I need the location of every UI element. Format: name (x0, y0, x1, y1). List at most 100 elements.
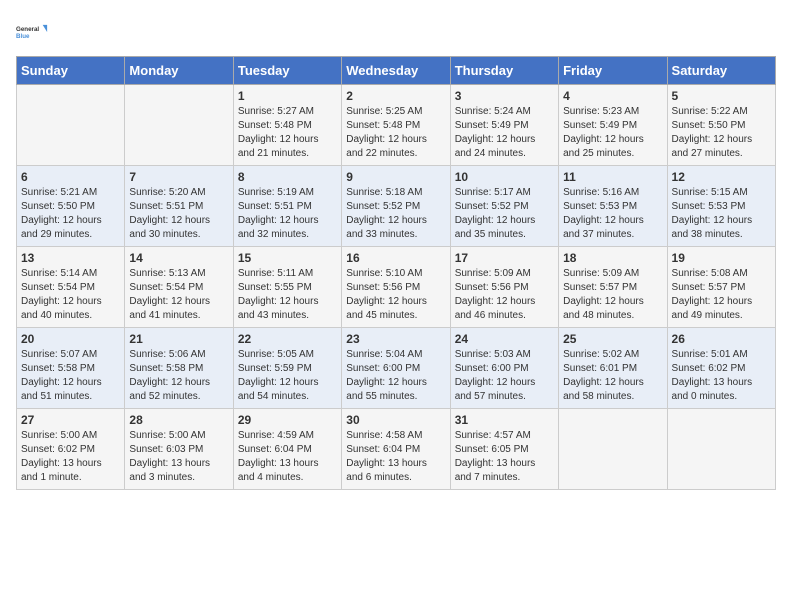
day-info: Sunrise: 5:06 AMSunset: 5:58 PMDaylight:… (129, 348, 228, 404)
day-number: 4 (563, 89, 662, 103)
day-number: 26 (672, 332, 771, 346)
day-number: 5 (672, 89, 771, 103)
day-info: Sunrise: 5:15 AMSunset: 5:53 PMDaylight:… (672, 186, 771, 242)
calendar-cell: 23 Sunrise: 5:04 AMSunset: 6:00 PMDayligh… (342, 328, 450, 409)
day-info: Sunrise: 5:05 AMSunset: 5:59 PMDaylight:… (238, 348, 337, 404)
day-info: Sunrise: 5:20 AMSunset: 5:51 PMDaylight:… (129, 186, 228, 242)
calendar-cell: 8Sunrise: 5:19 AMSunset: 5:51 PMDaylight… (233, 166, 341, 247)
calendar-cell: 18Sunrise: 5:09 AMSunset: 5:57 PMDayligh… (559, 247, 667, 328)
header-day-thursday: Thursday (450, 57, 558, 85)
calendar-cell: 20Sunrise: 5:07 AMSunset: 5:58 PMDayligh… (17, 328, 125, 409)
calendar-cell: 11 Sunrise: 5:16 AMSunset: 5:53 PMDayligh… (559, 166, 667, 247)
day-number: 31 (455, 413, 554, 427)
day-number: 20 (21, 332, 120, 346)
header-day-monday: Monday (125, 57, 233, 85)
day-number: 28 (129, 413, 228, 427)
day-number: 9 (346, 170, 445, 184)
day-info: Sunrise: 5:01 AMSunset: 6:02 PMDaylight:… (672, 348, 771, 404)
week-row-3: 13 Sunrise: 5:14 AMSunset: 5:54 PMDayligh… (17, 247, 776, 328)
calendar-body: 1 Sunrise: 5:27 AMSunset: 5:48 PMDaylight… (17, 85, 776, 490)
calendar-cell: 26 Sunrise: 5:01 AMSunset: 6:02 PMDayligh… (667, 328, 775, 409)
day-info: Sunrise: 4:59 AMSunset: 6:04 PMDaylight:… (238, 429, 337, 485)
day-number: 29 (238, 413, 337, 427)
day-number: 3 (455, 89, 554, 103)
svg-text:Blue: Blue (16, 33, 30, 40)
day-info: Sunrise: 5:27 AMSunset: 5:48 PMDaylight:… (238, 105, 337, 161)
calendar-cell: 22 Sunrise: 5:05 AMSunset: 5:59 PMDayligh… (233, 328, 341, 409)
calendar-cell: 7Sunrise: 5:20 AMSunset: 5:51 PMDaylight… (125, 166, 233, 247)
day-number: 22 (238, 332, 337, 346)
calendar-cell: 17 Sunrise: 5:09 AMSunset: 5:56 PMDayligh… (450, 247, 558, 328)
day-number: 25 (563, 332, 662, 346)
day-number: 2 (346, 89, 445, 103)
calendar-cell (17, 85, 125, 166)
week-row-4: 20Sunrise: 5:07 AMSunset: 5:58 PMDayligh… (17, 328, 776, 409)
week-row-1: 1 Sunrise: 5:27 AMSunset: 5:48 PMDaylight… (17, 85, 776, 166)
day-number: 13 (21, 251, 120, 265)
day-info: Sunrise: 5:00 AMSunset: 6:03 PMDaylight:… (129, 429, 228, 485)
calendar-cell: 14 Sunrise: 5:13 AMSunset: 5:54 PMDayligh… (125, 247, 233, 328)
calendar-cell: 21 Sunrise: 5:06 AMSunset: 5:58 PMDayligh… (125, 328, 233, 409)
calendar-cell: 16 Sunrise: 5:10 AMSunset: 5:56 PMDayligh… (342, 247, 450, 328)
calendar-cell: 31 Sunrise: 4:57 AMSunset: 6:05 PMDayligh… (450, 409, 558, 490)
day-info: Sunrise: 5:16 AMSunset: 5:53 PMDaylight:… (563, 186, 662, 242)
day-info: Sunrise: 5:25 AMSunset: 5:48 PMDaylight:… (346, 105, 445, 161)
day-info: Sunrise: 5:24 AMSunset: 5:49 PMDaylight:… (455, 105, 554, 161)
calendar-cell: 3 Sunrise: 5:24 AMSunset: 5:49 PMDaylight… (450, 85, 558, 166)
day-info: Sunrise: 5:13 AMSunset: 5:54 PMDaylight:… (129, 267, 228, 323)
day-number: 23 (346, 332, 445, 346)
header-day-friday: Friday (559, 57, 667, 85)
day-info: Sunrise: 5:10 AMSunset: 5:56 PMDaylight:… (346, 267, 445, 323)
day-number: 21 (129, 332, 228, 346)
calendar-cell (667, 409, 775, 490)
calendar-table: SundayMondayTuesdayWednesdayThursdayFrid… (16, 56, 776, 490)
day-number: 11 (563, 170, 662, 184)
calendar-cell: 27 Sunrise: 5:00 AMSunset: 6:02 PMDayligh… (17, 409, 125, 490)
calendar-cell: 25 Sunrise: 5:02 AMSunset: 6:01 PMDayligh… (559, 328, 667, 409)
calendar-cell: 6Sunrise: 5:21 AMSunset: 5:50 PMDaylight… (17, 166, 125, 247)
day-number: 24 (455, 332, 554, 346)
calendar-cell: 4Sunrise: 5:23 AMSunset: 5:49 PMDaylight… (559, 85, 667, 166)
day-info: Sunrise: 5:08 AMSunset: 5:57 PMDaylight:… (672, 267, 771, 323)
day-info: Sunrise: 5:09 AMSunset: 5:56 PMDaylight:… (455, 267, 554, 323)
day-info: Sunrise: 4:58 AMSunset: 6:04 PMDaylight:… (346, 429, 445, 485)
day-info: Sunrise: 5:09 AMSunset: 5:57 PMDaylight:… (563, 267, 662, 323)
calendar-cell: 1 Sunrise: 5:27 AMSunset: 5:48 PMDaylight… (233, 85, 341, 166)
day-info: Sunrise: 5:00 AMSunset: 6:02 PMDaylight:… (21, 429, 120, 485)
day-info: Sunrise: 4:57 AMSunset: 6:05 PMDaylight:… (455, 429, 554, 485)
calendar-cell: 30 Sunrise: 4:58 AMSunset: 6:04 PMDayligh… (342, 409, 450, 490)
header-row: SundayMondayTuesdayWednesdayThursdayFrid… (17, 57, 776, 85)
day-info: Sunrise: 5:22 AMSunset: 5:50 PMDaylight:… (672, 105, 771, 161)
calendar-cell (125, 85, 233, 166)
calendar-cell: 13 Sunrise: 5:14 AMSunset: 5:54 PMDayligh… (17, 247, 125, 328)
calendar-cell: 12Sunrise: 5:15 AMSunset: 5:53 PMDayligh… (667, 166, 775, 247)
day-number: 17 (455, 251, 554, 265)
day-number: 1 (238, 89, 337, 103)
calendar-cell: 28 Sunrise: 5:00 AMSunset: 6:03 PMDayligh… (125, 409, 233, 490)
header-day-tuesday: Tuesday (233, 57, 341, 85)
calendar-cell: 19Sunrise: 5:08 AMSunset: 5:57 PMDayligh… (667, 247, 775, 328)
calendar-cell: 10Sunrise: 5:17 AMSunset: 5:52 PMDayligh… (450, 166, 558, 247)
day-number: 27 (21, 413, 120, 427)
week-row-5: 27 Sunrise: 5:00 AMSunset: 6:02 PMDayligh… (17, 409, 776, 490)
day-info: Sunrise: 5:19 AMSunset: 5:51 PMDaylight:… (238, 186, 337, 242)
calendar-cell: 9 Sunrise: 5:18 AMSunset: 5:52 PMDaylight… (342, 166, 450, 247)
day-number: 14 (129, 251, 228, 265)
header-day-wednesday: Wednesday (342, 57, 450, 85)
day-number: 6 (21, 170, 120, 184)
calendar-cell (559, 409, 667, 490)
calendar-cell: 2 Sunrise: 5:25 AMSunset: 5:48 PMDaylight… (342, 85, 450, 166)
day-number: 30 (346, 413, 445, 427)
logo-icon: GeneralBlue (16, 16, 48, 48)
day-number: 16 (346, 251, 445, 265)
calendar-cell: 5 Sunrise: 5:22 AMSunset: 5:50 PMDaylight… (667, 85, 775, 166)
day-info: Sunrise: 5:04 AMSunset: 6:00 PMDaylight:… (346, 348, 445, 404)
day-info: Sunrise: 5:11 AMSunset: 5:55 PMDaylight:… (238, 267, 337, 323)
calendar-header: SundayMondayTuesdayWednesdayThursdayFrid… (17, 57, 776, 85)
day-info: Sunrise: 5:02 AMSunset: 6:01 PMDaylight:… (563, 348, 662, 404)
day-info: Sunrise: 5:14 AMSunset: 5:54 PMDaylight:… (21, 267, 120, 323)
week-row-2: 6Sunrise: 5:21 AMSunset: 5:50 PMDaylight… (17, 166, 776, 247)
day-number: 15 (238, 251, 337, 265)
day-info: Sunrise: 5:18 AMSunset: 5:52 PMDaylight:… (346, 186, 445, 242)
day-info: Sunrise: 5:17 AMSunset: 5:52 PMDaylight:… (455, 186, 554, 242)
